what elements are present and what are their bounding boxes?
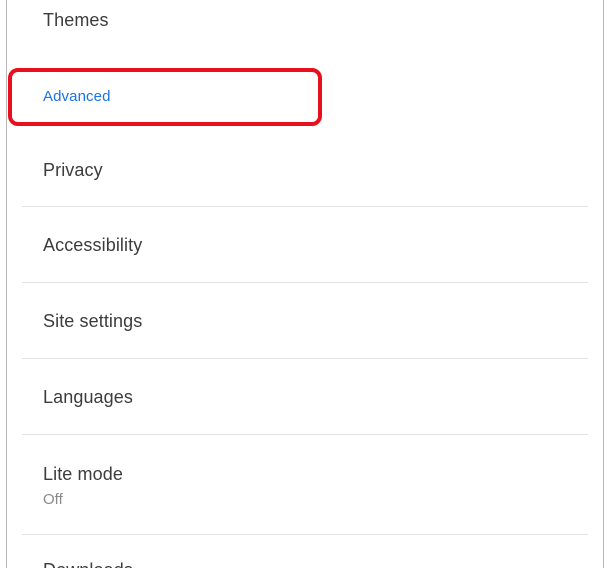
divider [22, 282, 588, 283]
section-header-advanced: Advanced [22, 88, 588, 105]
divider [22, 534, 588, 535]
settings-item-label: Accessibility [43, 235, 143, 255]
settings-item-label: Lite mode [43, 464, 123, 484]
settings-item-label: Themes [43, 10, 109, 30]
settings-item-label: Downloads [43, 560, 588, 568]
settings-item-label: Site settings [43, 311, 143, 331]
settings-item-downloads[interactable]: Downloads [22, 560, 588, 568]
settings-item-label: Languages [43, 387, 133, 407]
settings-item-lite-mode[interactable]: Lite mode Off [22, 464, 588, 508]
section-header-label: Advanced [43, 88, 111, 105]
divider [22, 434, 588, 435]
settings-list: Themes Advanced Privacy Accessibility Si… [6, 0, 604, 568]
divider [22, 358, 588, 359]
settings-item-languages[interactable]: Languages [22, 387, 588, 408]
settings-item-status: Off [43, 491, 63, 508]
settings-item-privacy[interactable]: Privacy [22, 160, 588, 181]
settings-item-themes[interactable]: Themes [22, 10, 588, 31]
divider [22, 206, 588, 207]
settings-item-label: Privacy [43, 160, 103, 180]
settings-item-site-settings[interactable]: Site settings [22, 311, 588, 332]
settings-item-accessibility[interactable]: Accessibility [22, 235, 588, 256]
